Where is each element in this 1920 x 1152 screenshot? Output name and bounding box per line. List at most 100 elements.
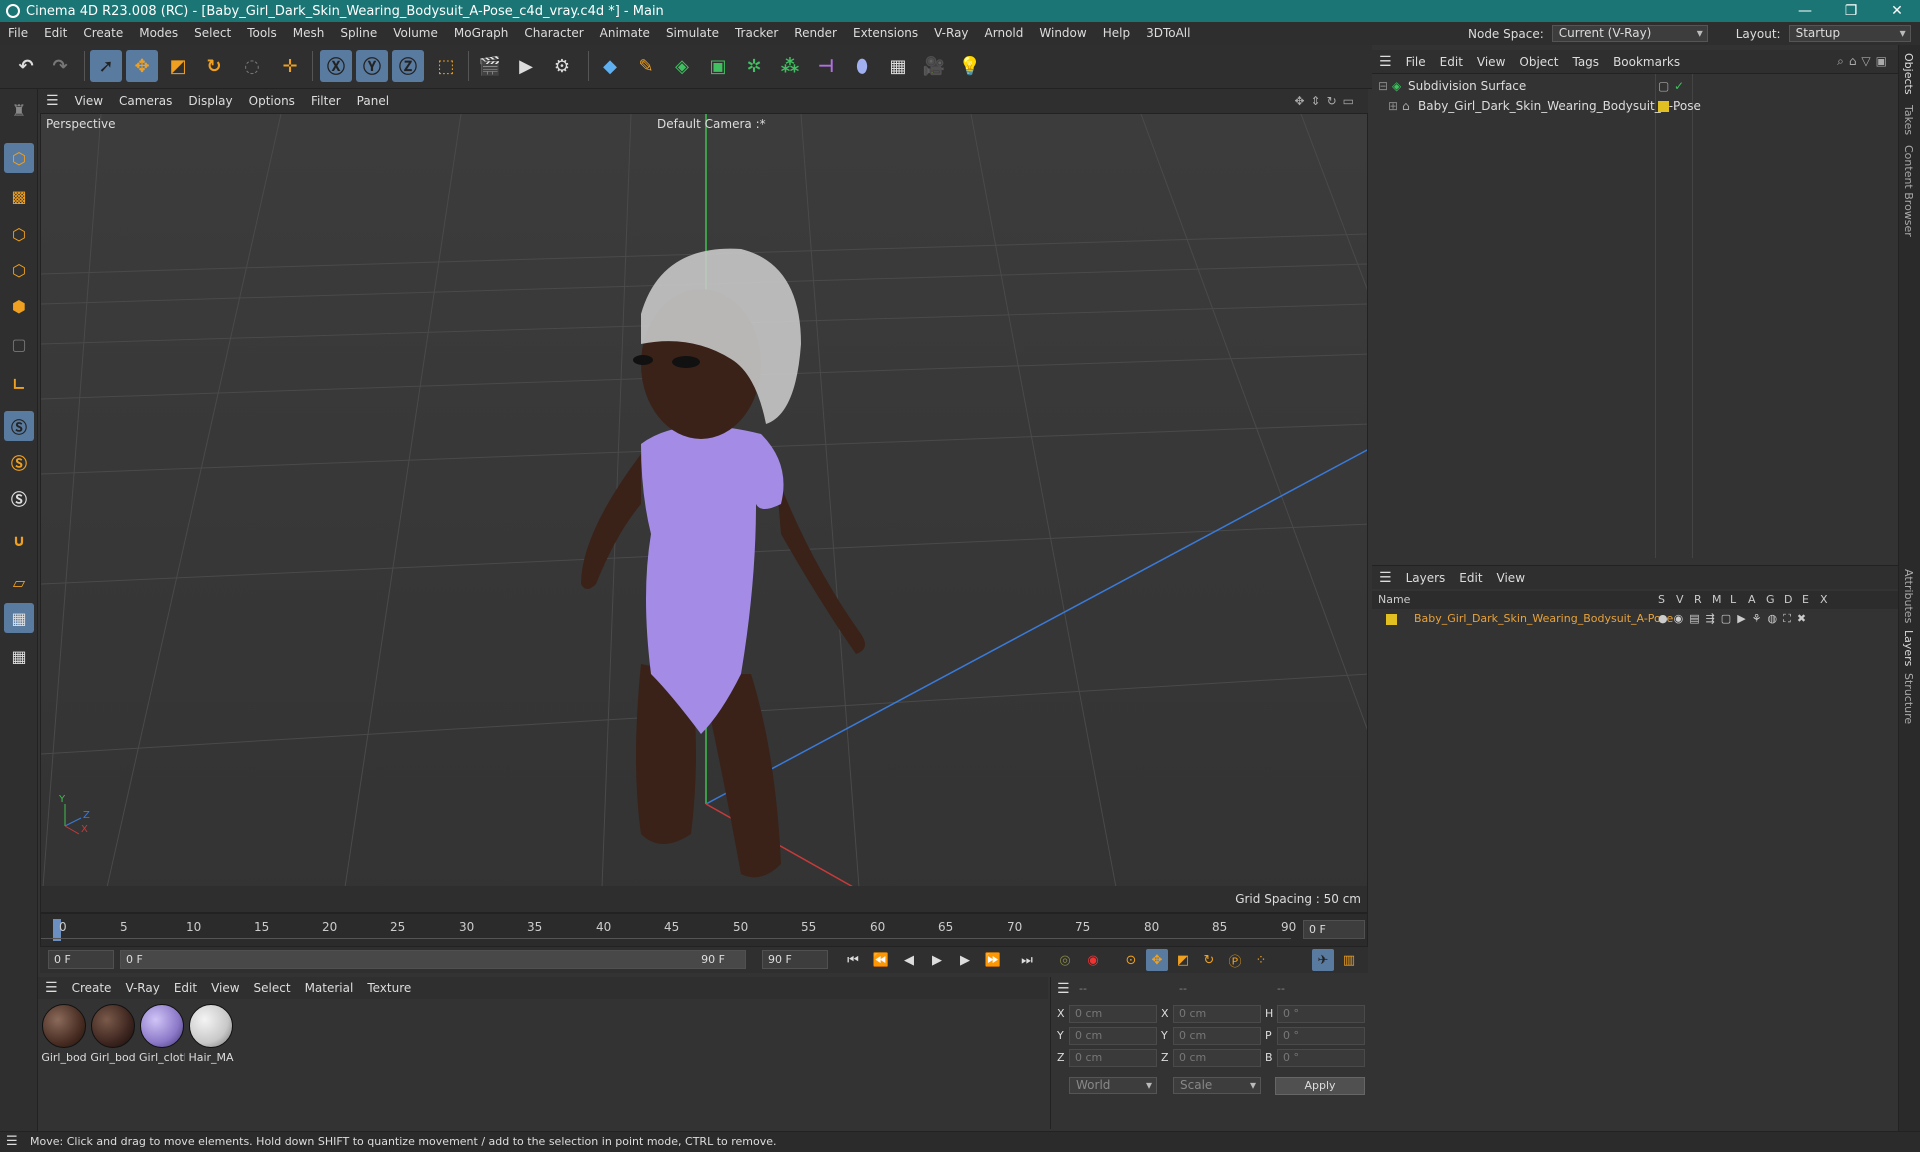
- model-mode-icon[interactable]: ⬡: [4, 143, 34, 173]
- snap-icon[interactable]: Ⓢ: [4, 411, 34, 441]
- layers-menu-edit[interactable]: Edit: [1452, 571, 1489, 585]
- material-menu-texture[interactable]: Texture: [360, 981, 418, 995]
- rotation-h-field[interactable]: 0 °: [1277, 1005, 1365, 1023]
- undo-icon[interactable]: ↶: [10, 50, 42, 82]
- workplane-icon[interactable]: ▱: [4, 567, 34, 597]
- layers-menu-view[interactable]: View: [1490, 571, 1532, 585]
- menu-vray[interactable]: V-Ray: [926, 22, 976, 45]
- material-menu-material[interactable]: Material: [298, 981, 361, 995]
- layer-column-header[interactable]: G: [1766, 593, 1775, 606]
- timeline-sound-icon[interactable]: ✈: [1312, 949, 1334, 971]
- material-hamburger-icon[interactable]: ☰: [38, 980, 65, 996]
- object-row[interactable]: ⊞ ⌂ Baby_Girl_Dark_Skin_Wearing_Bodysuit…: [1372, 96, 1898, 116]
- object-menu-object[interactable]: Object: [1512, 55, 1565, 69]
- layer-color-icon[interactable]: [1386, 614, 1397, 625]
- render-settings-icon[interactable]: ⚙: [546, 50, 578, 82]
- tab-objects[interactable]: Objects: [1902, 53, 1915, 95]
- timeline-window-icon[interactable]: ▥: [1338, 949, 1360, 971]
- cube-icon[interactable]: ◆: [594, 50, 626, 82]
- magnet-icon[interactable]: ∪: [4, 525, 34, 555]
- object-row[interactable]: ⊟ ◈ Subdivision Surface ▢ ✓: [1372, 76, 1898, 96]
- snap-settings-icon[interactable]: Ⓢ: [4, 447, 34, 477]
- extrude-icon[interactable]: ▣: [702, 50, 734, 82]
- field-icon[interactable]: ⬮: [846, 50, 878, 82]
- add-tool-icon[interactable]: ✛: [274, 50, 306, 82]
- visibility-dots-icon[interactable]: ▢: [1658, 76, 1669, 96]
- viewport-menu-panel[interactable]: Panel: [349, 94, 397, 108]
- material-swatch[interactable]: Girl_clotl: [139, 1004, 185, 1064]
- enabled-check-icon[interactable]: ✓: [1674, 76, 1684, 96]
- next-key-icon[interactable]: ⏩: [982, 949, 1004, 971]
- menu-simulate[interactable]: Simulate: [658, 22, 727, 45]
- menu-tools[interactable]: Tools: [239, 22, 285, 45]
- object-menu-view[interactable]: View: [1470, 55, 1512, 69]
- menu-extensions[interactable]: Extensions: [845, 22, 926, 45]
- position-z-field[interactable]: 0 cm: [1069, 1049, 1157, 1067]
- points-mode-icon[interactable]: ⬡: [4, 219, 34, 249]
- menu-edit[interactable]: Edit: [36, 22, 75, 45]
- layers-hamburger-icon[interactable]: ☰: [1372, 570, 1399, 586]
- key-pla-icon[interactable]: ⁘: [1250, 949, 1272, 971]
- material-swatch[interactable]: Girl_bod: [41, 1004, 87, 1064]
- instance-icon[interactable]: ⁂: [774, 50, 806, 82]
- edges-mode-icon[interactable]: ⬡: [4, 255, 34, 285]
- object-menu-bookmarks[interactable]: Bookmarks: [1606, 55, 1687, 69]
- status-hamburger-icon[interactable]: ☰: [6, 1132, 18, 1152]
- uv-mode-icon[interactable]: ▢: [4, 329, 34, 359]
- node-space-select[interactable]: Current (V-Ray): [1551, 25, 1708, 42]
- light-icon[interactable]: 💡: [954, 50, 986, 82]
- size-x-field[interactable]: 0 cm: [1173, 1005, 1261, 1023]
- visibility-dots-icon[interactable]: ⁚: [1674, 96, 1678, 116]
- layer-column-header[interactable]: R: [1694, 593, 1702, 606]
- axis-mode-icon[interactable]: ∟: [4, 369, 34, 399]
- tab-content-browser[interactable]: Content Browser: [1902, 145, 1915, 237]
- previous-key-icon[interactable]: ⏪: [870, 949, 892, 971]
- menu-help[interactable]: Help: [1095, 22, 1138, 45]
- go-to-start-icon[interactable]: ⏮: [842, 949, 864, 971]
- object-menu-edit[interactable]: Edit: [1433, 55, 1470, 69]
- material-menu-create[interactable]: Create: [65, 981, 119, 995]
- viewport-menu-options[interactable]: Options: [241, 94, 303, 108]
- tab-layers[interactable]: Layers: [1902, 630, 1915, 666]
- start-frame-field[interactable]: 0 F: [48, 950, 114, 969]
- size-y-field[interactable]: 0 cm: [1173, 1027, 1261, 1045]
- menu-select[interactable]: Select: [186, 22, 239, 45]
- layer-column-header[interactable]: V: [1676, 593, 1684, 606]
- next-frame-icon[interactable]: ▶: [954, 949, 976, 971]
- play-icon[interactable]: ▶: [926, 949, 948, 971]
- make-editable-icon[interactable]: ♜: [4, 95, 34, 125]
- tab-attributes[interactable]: Attributes: [1902, 569, 1915, 623]
- current-frame-field[interactable]: 0 F: [1303, 920, 1365, 939]
- layer-flags-icons[interactable]: ●◉▤⇶▢▶⚘◍⛶✖: [1658, 609, 1812, 629]
- layer-column-header[interactable]: S: [1658, 593, 1665, 606]
- material-swatch[interactable]: Hair_MA: [188, 1004, 234, 1064]
- close-button[interactable]: ✕: [1874, 0, 1920, 22]
- tab-takes[interactable]: Takes: [1902, 105, 1915, 135]
- previous-frame-icon[interactable]: ◀: [898, 949, 920, 971]
- rotation-p-field[interactable]: 0 °: [1277, 1027, 1365, 1045]
- menu-window[interactable]: Window: [1031, 22, 1094, 45]
- locked-workplane-icon[interactable]: ▦: [4, 641, 34, 671]
- menu-animate[interactable]: Animate: [592, 22, 658, 45]
- subdivision-surface-icon[interactable]: ◈: [666, 50, 698, 82]
- coords-hamburger-icon[interactable]: ☰: [1057, 981, 1070, 997]
- menu-volume[interactable]: Volume: [385, 22, 446, 45]
- menu-3dtoall[interactable]: 3DToAll: [1138, 22, 1198, 45]
- menu-render[interactable]: Render: [786, 22, 845, 45]
- object-search-icons[interactable]: ⌕⌂▽▣: [1837, 54, 1892, 69]
- autokey-icon[interactable]: ◉: [1082, 949, 1104, 971]
- recent-tool-icon[interactable]: ◌: [236, 50, 268, 82]
- scale-tool-icon[interactable]: ◩: [162, 50, 194, 82]
- record-active-icon[interactable]: ◎: [1054, 949, 1076, 971]
- layers-menu-layers[interactable]: Layers: [1399, 571, 1453, 585]
- frame-range-slider[interactable]: 0 F 90 F: [120, 950, 746, 969]
- viewport-nav-icons[interactable]: ✥⇕↻▭: [1294, 94, 1360, 108]
- layer-column-header[interactable]: D: [1784, 593, 1792, 606]
- menu-character[interactable]: Character: [516, 22, 591, 45]
- viewport-menu-display[interactable]: Display: [180, 94, 240, 108]
- deformer-icon[interactable]: ⊣: [810, 50, 842, 82]
- viewport-camera-label[interactable]: Default Camera :*: [657, 117, 766, 131]
- object-menu-file[interactable]: File: [1399, 55, 1433, 69]
- object-hamburger-icon[interactable]: ☰: [1372, 54, 1399, 70]
- end-frame-field[interactable]: 90 F: [762, 950, 828, 969]
